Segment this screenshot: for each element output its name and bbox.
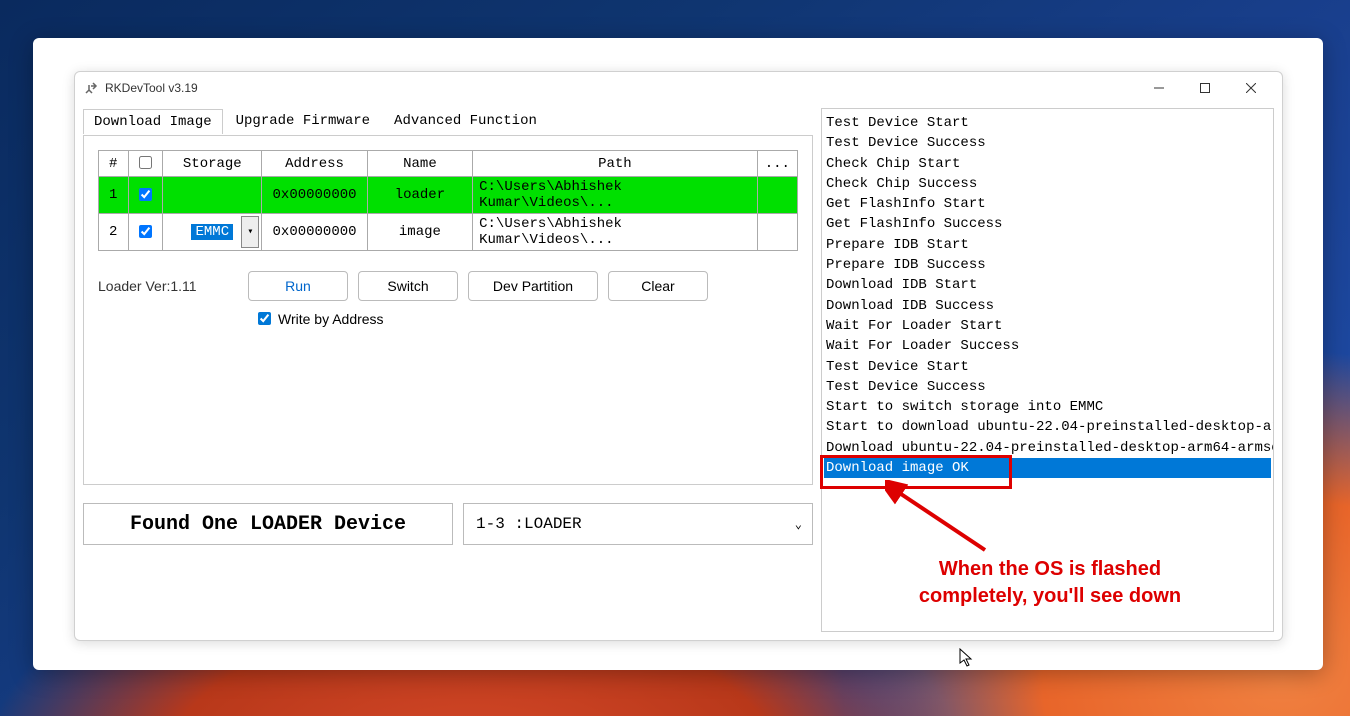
close-button[interactable] bbox=[1228, 72, 1274, 104]
header-checkbox[interactable] bbox=[139, 156, 152, 169]
log-line: Download ubuntu-22.04-preinstalled-deskt… bbox=[824, 438, 1271, 458]
col-path[interactable]: Path bbox=[473, 151, 758, 177]
chevron-down-icon[interactable]: ⌄ bbox=[795, 517, 802, 532]
col-more[interactable]: ... bbox=[757, 151, 797, 177]
log-line: Download IDB Success bbox=[824, 296, 1271, 316]
device-selector[interactable]: 1-3 :LOADER ⌄ bbox=[463, 503, 813, 545]
log-line: Test Device Start bbox=[824, 113, 1271, 133]
col-storage[interactable]: Storage bbox=[163, 151, 262, 177]
log-line: Test Device Start bbox=[824, 357, 1271, 377]
cell-num: 1 bbox=[99, 177, 129, 214]
image-table[interactable]: # Storage Address Name Path ... 1 0x0000… bbox=[98, 150, 798, 251]
maximize-button[interactable] bbox=[1182, 72, 1228, 104]
app-icon bbox=[83, 80, 99, 96]
write-by-address-check[interactable]: Write by Address bbox=[254, 309, 798, 328]
dev-partition-button[interactable]: Dev Partition bbox=[468, 271, 598, 301]
storage-value: EMMC bbox=[191, 224, 233, 240]
log-line: Check Chip Success bbox=[824, 174, 1271, 194]
log-line: Get FlashInfo Start bbox=[824, 194, 1271, 214]
clear-button[interactable]: Clear bbox=[608, 271, 708, 301]
run-button[interactable]: Run bbox=[248, 271, 348, 301]
cell-path[interactable]: C:\Users\Abhishek Kumar\Videos\... bbox=[473, 177, 758, 214]
cell-name[interactable]: image bbox=[367, 214, 472, 251]
cell-storage[interactable] bbox=[163, 177, 262, 214]
cell-address[interactable]: 0x00000000 bbox=[262, 177, 367, 214]
tab-strip: Download Image Upgrade Firmware Advanced… bbox=[83, 108, 813, 133]
chevron-down-icon[interactable]: ▾ bbox=[241, 216, 259, 248]
col-name[interactable]: Name bbox=[367, 151, 472, 177]
cell-more[interactable] bbox=[757, 214, 797, 251]
row-checkbox[interactable] bbox=[139, 188, 152, 201]
cell-name[interactable]: loader bbox=[367, 177, 472, 214]
log-line: Test Device Success bbox=[824, 133, 1271, 153]
cell-path[interactable]: C:\Users\Abhishek Kumar\Videos\... bbox=[473, 214, 758, 251]
annotation-text: When the OS is flashed completely, you'l… bbox=[900, 556, 1200, 610]
download-image-panel: # Storage Address Name Path ... 1 0x0000… bbox=[83, 135, 813, 485]
log-line: Start to download ubuntu-22.04-preinstal… bbox=[824, 417, 1271, 437]
window-title: RKDevTool v3.19 bbox=[105, 81, 198, 95]
log-line: Prepare IDB Start bbox=[824, 235, 1271, 255]
log-line: Prepare IDB Success bbox=[824, 255, 1271, 275]
mouse-cursor-icon bbox=[959, 648, 975, 673]
cell-storage-dropdown[interactable]: EMMC ▾ bbox=[163, 214, 262, 251]
log-line: Download IDB Start bbox=[824, 275, 1271, 295]
log-line: Start to switch storage into EMMC bbox=[824, 397, 1271, 417]
log-line: Wait For Loader Start bbox=[824, 316, 1271, 336]
cell-address[interactable]: 0x00000000 bbox=[262, 214, 367, 251]
log-line: Test Device Success bbox=[824, 377, 1271, 397]
write-by-address-checkbox[interactable] bbox=[258, 312, 271, 325]
tab-download-image[interactable]: Download Image bbox=[83, 109, 223, 134]
titlebar[interactable]: RKDevTool v3.19 bbox=[75, 72, 1282, 104]
row-checkbox[interactable] bbox=[139, 225, 152, 238]
log-line: Wait For Loader Success bbox=[824, 336, 1271, 356]
minimize-button[interactable] bbox=[1136, 72, 1182, 104]
table-row[interactable]: 1 0x00000000 loader C:\Users\Abhishek Ku… bbox=[99, 177, 798, 214]
log-line: Check Chip Start bbox=[824, 154, 1271, 174]
write-by-address-label: Write by Address bbox=[278, 311, 384, 327]
col-address[interactable]: Address bbox=[262, 151, 367, 177]
col-check[interactable] bbox=[128, 151, 163, 177]
switch-button[interactable]: Switch bbox=[358, 271, 458, 301]
log-line: Get FlashInfo Success bbox=[824, 214, 1271, 234]
col-num[interactable]: # bbox=[99, 151, 129, 177]
tab-upgrade-firmware[interactable]: Upgrade Firmware bbox=[225, 108, 381, 133]
device-status: Found One LOADER Device bbox=[83, 503, 453, 545]
table-row[interactable]: 2 EMMC ▾ 0x00000000 image C:\Users\Abhis… bbox=[99, 214, 798, 251]
cell-more[interactable] bbox=[757, 177, 797, 214]
log-line-highlight: Download image OK bbox=[824, 458, 1271, 478]
device-selector-value: 1-3 :LOADER bbox=[476, 515, 582, 533]
log-panel[interactable]: Test Device Start Test Device Success Ch… bbox=[821, 108, 1274, 632]
cell-num: 2 bbox=[99, 214, 129, 251]
tab-advanced-function[interactable]: Advanced Function bbox=[383, 108, 548, 133]
loader-version: Loader Ver:1.11 bbox=[98, 278, 228, 294]
